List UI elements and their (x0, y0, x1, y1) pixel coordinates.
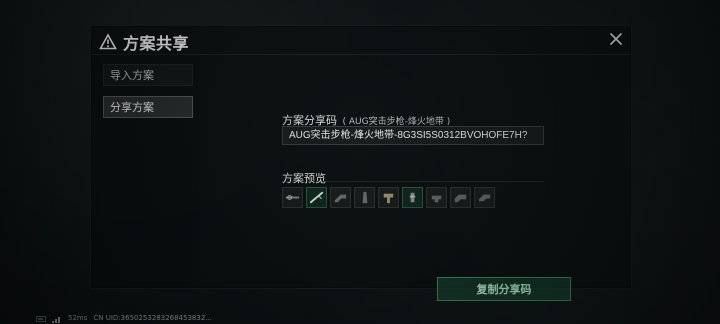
attachment-slot[interactable] (426, 187, 447, 208)
share-plan-dialog: 方案共享 导入方案 分享方案 方案分享码 ( AUG突击步枪-烽火地带 ) 方案… (90, 25, 632, 301)
uid-text: CN UID:3650253283268453832... (93, 314, 212, 322)
close-button[interactable] (609, 32, 623, 46)
attachment-slot[interactable] (354, 187, 375, 208)
title-bar: 方案共享 (91, 26, 631, 55)
dialog-title: 方案共享 (99, 30, 189, 54)
attachment-slot[interactable] (378, 187, 399, 208)
receiver-icon (452, 189, 469, 206)
share-panel: 方案分享码 ( AUG突击步枪-烽火地带 ) 方案预览 (199, 54, 631, 301)
warning-triangle-icon (99, 33, 117, 51)
attachment-preview-row (282, 187, 495, 209)
ping-text: 52ms (68, 314, 88, 322)
sidebar: 导入方案 分享方案 (91, 54, 199, 288)
sidebar-item-import-plan[interactable]: 导入方案 (103, 64, 193, 86)
sight-icon (404, 189, 421, 206)
signal-icon (52, 316, 62, 323)
attachment-slot[interactable] (306, 187, 327, 208)
battery-icon (36, 316, 46, 322)
scope-icon (284, 189, 301, 206)
preview-divider (282, 181, 544, 182)
attachment-slot[interactable] (330, 187, 351, 208)
attachment-slot[interactable] (474, 187, 495, 208)
preview-label: 方案预览 (282, 172, 326, 185)
attachment-slot[interactable] (450, 187, 471, 208)
sidebar-item-share-plan[interactable]: 分享方案 (103, 96, 193, 118)
grip-icon (380, 189, 397, 206)
sidebar-item-label: 分享方案 (110, 101, 154, 114)
handguard-icon (428, 189, 445, 206)
muzzle-icon (476, 189, 493, 206)
attachment-slot[interactable] (282, 187, 303, 208)
barrel-icon (308, 189, 325, 206)
magazine-icon (356, 189, 373, 206)
stock-icon (332, 189, 349, 206)
attachment-slot[interactable] (402, 187, 423, 208)
close-icon (609, 32, 623, 46)
copy-share-code-label: 复制分享码 (476, 283, 532, 296)
status-bar: 52ms CN UID:3650253283268453832... (36, 314, 212, 323)
copy-share-code-button[interactable]: 复制分享码 (437, 277, 571, 301)
dialog-title-text: 方案共享 (123, 34, 190, 53)
share-code-field[interactable] (282, 126, 544, 145)
sidebar-item-label: 导入方案 (110, 69, 154, 82)
